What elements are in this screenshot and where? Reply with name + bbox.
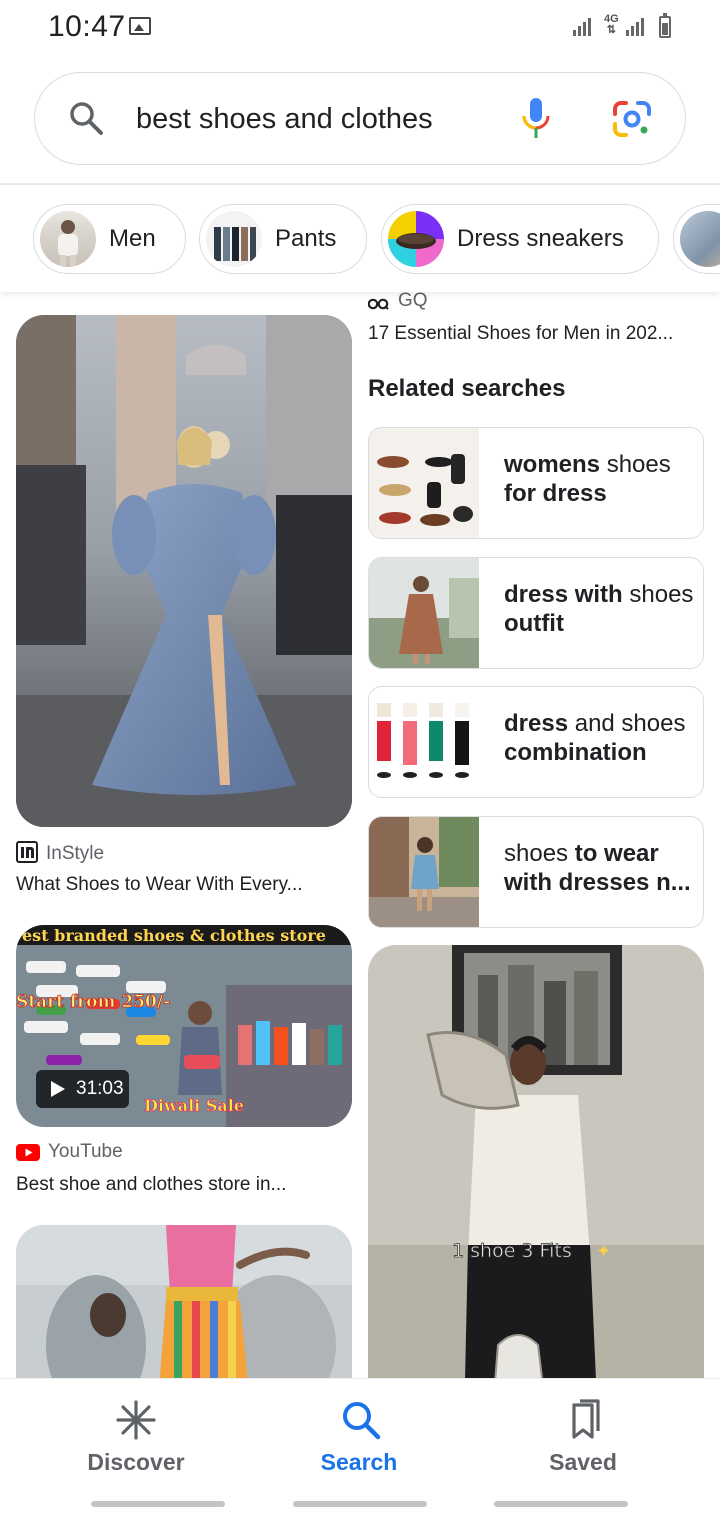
thumb-sale-text: Diwali Sale xyxy=(144,1096,244,1115)
chip-more[interactable] xyxy=(673,204,720,274)
youtube-logo-icon xyxy=(16,1144,40,1161)
asterisk-icon xyxy=(116,1400,156,1440)
image-caption-text: 1 shoe 3 Fits xyxy=(452,1240,572,1262)
related-search-1[interactable]: womens shoes for dress xyxy=(368,427,704,539)
result-image-right[interactable]: 1 shoe 3 Fits ✦ xyxy=(368,945,704,1425)
related-text-4: shoes to wear with dresses n... xyxy=(504,840,691,896)
bookmark-icon xyxy=(572,1399,600,1439)
related-thumb-3 xyxy=(369,687,479,797)
result-source-instyle[interactable]: InStyle xyxy=(16,841,104,865)
related-thumb-4 xyxy=(369,817,479,927)
thumb-price-text: Start from 250/- xyxy=(16,992,170,1012)
chip-label: Pants xyxy=(275,225,337,252)
gq-logo-icon xyxy=(368,298,389,310)
play-icon xyxy=(51,1081,65,1097)
network-type: 4G ⇅ xyxy=(604,13,619,36)
related-thumb-1 xyxy=(369,428,479,538)
signal-icon xyxy=(573,18,593,36)
thumb-banner-text: est branded shoes & clothes store xyxy=(22,926,326,945)
status-time: 10:47 xyxy=(48,10,126,43)
filter-chips: Men Pants Dress sneakers xyxy=(0,186,720,292)
chip-dress-sneakers-thumbnail xyxy=(388,211,444,267)
microphone-icon[interactable] xyxy=(519,96,553,140)
result-image-instyle[interactable] xyxy=(16,315,352,827)
chip-label: Dress sneakers xyxy=(457,225,624,252)
chip-pants-thumbnail xyxy=(206,211,262,267)
related-text-2: dress with shoes outfit xyxy=(504,581,694,637)
google-lens-icon[interactable] xyxy=(612,100,652,138)
chip-more-thumbnail xyxy=(680,211,720,267)
nav-search-label: Search xyxy=(320,1449,398,1475)
chip-dress-sneakers[interactable]: Dress sneakers xyxy=(381,204,659,274)
result-title-gq[interactable]: 17 Essential Shoes for Men in 202... xyxy=(368,323,704,345)
nav-saved-label: Saved xyxy=(549,1449,617,1475)
signal-icon-2 xyxy=(626,18,646,36)
gesture-bar-left[interactable] xyxy=(91,1501,225,1507)
video-duration-badge: 31:03 xyxy=(36,1070,129,1108)
status-bar: 10:47 4G ⇅ xyxy=(0,0,720,56)
bottom-navigation: Discover Search Saved xyxy=(0,1378,720,1521)
result-source-youtube[interactable]: YouTube xyxy=(16,1141,123,1163)
battery-icon xyxy=(659,13,671,38)
gesture-bar-right[interactable] xyxy=(494,1501,628,1507)
chip-label: Men xyxy=(109,225,156,252)
image-notification-icon xyxy=(129,17,151,35)
chip-pants[interactable]: Pants xyxy=(199,204,367,274)
header-divider xyxy=(0,183,720,185)
chip-men-thumbnail xyxy=(40,211,96,267)
related-search-4[interactable]: shoes to wear with dresses n... xyxy=(368,816,704,928)
result-source-gq[interactable]: GQ xyxy=(368,290,428,312)
instyle-logo-icon xyxy=(16,841,38,863)
related-thumb-2 xyxy=(369,558,479,668)
related-search-2[interactable]: dress with shoes outfit xyxy=(368,557,704,669)
related-search-3[interactable]: dress and shoes combination xyxy=(368,686,704,798)
nav-discover-label: Discover xyxy=(87,1449,185,1475)
result-title-youtube[interactable]: Best shoe and clothes store in... xyxy=(16,1174,352,1196)
result-title-instyle[interactable]: What Shoes to Wear With Every... xyxy=(16,874,352,896)
search-icon[interactable] xyxy=(68,100,104,136)
gesture-bar-center[interactable] xyxy=(293,1501,427,1507)
search-query[interactable]: best shoes and clothes xyxy=(136,103,433,136)
search-icon xyxy=(343,1402,381,1440)
sparkle-icon: ✦ xyxy=(596,1241,611,1261)
related-text-3: dress and shoes combination xyxy=(504,710,686,766)
related-searches-heading: Related searches xyxy=(368,375,566,402)
chip-men[interactable]: Men xyxy=(33,204,186,274)
result-video-youtube[interactable]: est branded shoes & clothes store Start … xyxy=(16,925,352,1127)
related-text-1: womens shoes for dress xyxy=(504,451,671,507)
